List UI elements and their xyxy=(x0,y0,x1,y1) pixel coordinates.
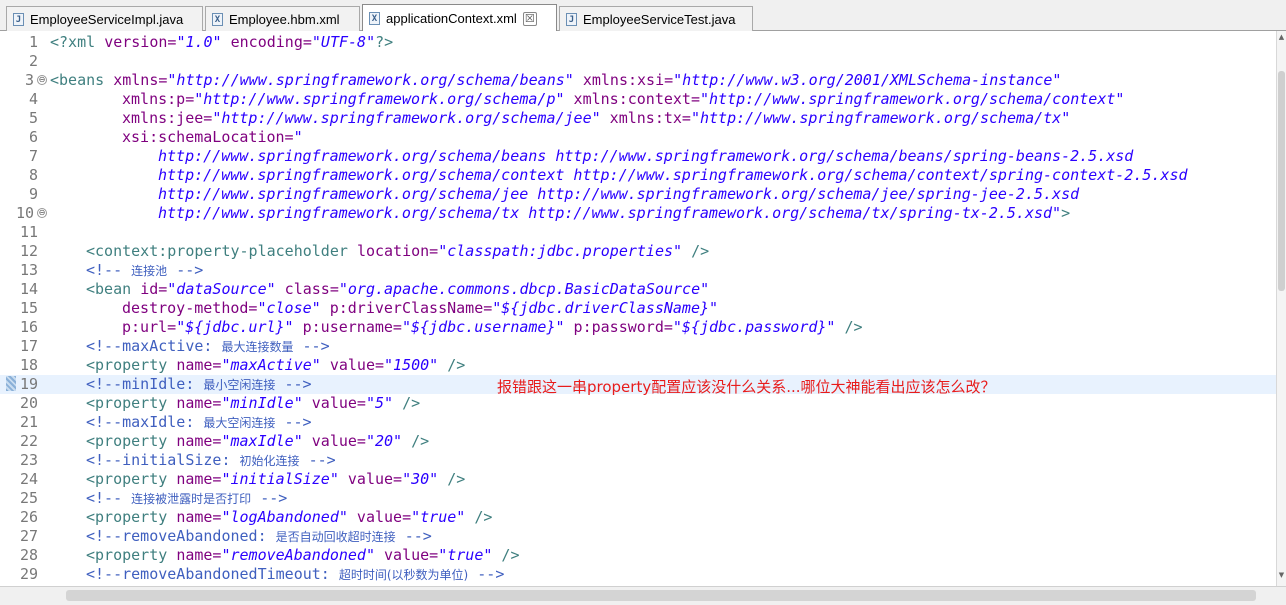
code-line[interactable]: 1 <?xml version="1.0" encoding="UTF-8"?> xyxy=(0,33,1276,52)
annotation-text: 报错跟这一串property配置应该没什么关系...哪位大神能看出应该怎么改？ xyxy=(497,378,996,396)
line-number: 28 xyxy=(19,546,38,564)
line-number: 24 xyxy=(19,470,38,488)
fold-collapse-icon[interactable]: ⊖ xyxy=(37,208,47,218)
code-line[interactable]: 13 <!-- 连接池 --> xyxy=(0,261,1276,280)
vertical-scrollbar[interactable]: ▲ ▼ xyxy=(1276,31,1286,586)
code-line[interactable]: 14 <bean id="dataSource" class="org.apach… xyxy=(0,280,1276,299)
code-line[interactable]: 3 ⊖ <beans xmlns="http://www.springframewo… xyxy=(0,71,1276,90)
code-line[interactable]: 15 destroy-method="close" p:driverClassNa… xyxy=(0,299,1276,318)
xml-file-icon: X xyxy=(369,12,380,25)
close-tab-icon[interactable]: ☒ xyxy=(522,11,537,26)
line-number: 14 xyxy=(19,280,38,298)
java-file-icon: J xyxy=(566,12,577,26)
line-number: 12 xyxy=(19,242,38,260)
code-line[interactable]: 7 http://www.springframework.org/schema/b… xyxy=(0,147,1276,166)
line-number: 4 xyxy=(28,90,38,108)
code-line[interactable]: 4 xmlns:p="http://www.springframework.org… xyxy=(0,90,1276,109)
tab-employee-service-test[interactable]: J EmployeeServiceTest.java xyxy=(559,6,753,31)
line-number: 1 xyxy=(28,33,38,51)
xml-code-editor[interactable]: 1 <?xml version="1.0" encoding="UTF-8"?> … xyxy=(0,31,1276,586)
horizontal-scrollbar[interactable] xyxy=(0,586,1286,605)
tab-label: EmployeeServiceTest.java xyxy=(583,11,736,27)
current-line-marker-icon xyxy=(6,376,16,391)
code-line[interactable]: 28 <property name="removeAbandoned" value… xyxy=(0,546,1276,565)
code-line[interactable]: 11 xyxy=(0,223,1276,242)
code-line[interactable]: 21 <!--maxIdle: 最大空闲连接 --> xyxy=(0,413,1276,432)
code-line[interactable]: 12 <context:property-placeholder location… xyxy=(0,242,1276,261)
line-number: 2 xyxy=(28,52,38,70)
line-number: 25 xyxy=(19,489,38,507)
code-line[interactable]: 2 xyxy=(0,52,1276,71)
code-line[interactable]: 16 p:url="${jdbc.url}" p:username="${jdbc… xyxy=(0,318,1276,337)
code-line[interactable]: 22 <property name="maxIdle" value="20" /> xyxy=(0,432,1276,451)
code-line[interactable]: 26 <property name="logAbandoned" value="t… xyxy=(0,508,1276,527)
fold-collapse-icon[interactable]: ⊖ xyxy=(37,75,47,85)
code-line[interactable]: 9 http://www.springframework.org/schema/j… xyxy=(0,185,1276,204)
line-number: 6 xyxy=(28,128,38,146)
line-number: 3 xyxy=(24,71,34,89)
line-number: 7 xyxy=(28,147,38,165)
line-number: 9 xyxy=(28,185,38,203)
code-line[interactable]: 27 <!--removeAbandoned: 是否自动回收超时连接 --> xyxy=(0,527,1276,546)
line-number: 20 xyxy=(19,394,38,412)
code-line[interactable]: 18 <property name="maxActive" value="1500… xyxy=(0,356,1276,375)
code-line[interactable]: 25 <!-- 连接被泄露时是否打印 --> xyxy=(0,489,1276,508)
line-number: 13 xyxy=(19,261,38,279)
line-number: 27 xyxy=(19,527,38,545)
line-number: 5 xyxy=(28,109,38,127)
line-number: 8 xyxy=(28,166,38,184)
line-number: 18 xyxy=(19,356,38,374)
line-number: 26 xyxy=(19,508,38,526)
scroll-down-icon[interactable]: ▼ xyxy=(1277,571,1286,581)
horizontal-scroll-thumb[interactable] xyxy=(66,590,1256,601)
java-file-icon: J xyxy=(13,12,24,26)
line-number: 17 xyxy=(19,337,38,355)
line-number: 23 xyxy=(19,451,38,469)
code-line[interactable]: 5 xmlns:jee="http://www.springframework.o… xyxy=(0,109,1276,128)
line-number: 15 xyxy=(19,299,38,317)
code-line[interactable]: 17 <!--maxActive: 最大连接数量 --> xyxy=(0,337,1276,356)
scroll-up-icon[interactable]: ▲ xyxy=(1277,33,1286,43)
line-number: 22 xyxy=(19,432,38,450)
code-line[interactable]: 6 xsi:schemaLocation=" xyxy=(0,128,1276,147)
code-line[interactable]: 10 ⊖ http://www.springframework.org/schema… xyxy=(0,204,1276,223)
editor-tab-bar: J EmployeeServiceImpl.java X Employee.hb… xyxy=(0,0,1286,32)
code-line[interactable]: 23 <!--initialSize: 初始化连接 --> xyxy=(0,451,1276,470)
line-number: 29 xyxy=(19,565,38,583)
vertical-scroll-thumb[interactable] xyxy=(1278,71,1285,291)
line-number: 11 xyxy=(19,223,38,241)
tab-label: applicationContext.xml xyxy=(386,11,517,26)
xml-file-icon: X xyxy=(212,12,223,26)
code-line[interactable]: 29 <!--removeAbandonedTimeout: 超时时间(以秒数为单… xyxy=(0,565,1276,584)
tab-application-context[interactable]: X applicationContext.xml ☒ xyxy=(362,4,557,32)
tab-label: EmployeeServiceImpl.java xyxy=(30,11,184,27)
code-line[interactable]: 24 <property name="initialSize" value="30… xyxy=(0,470,1276,489)
code-line[interactable]: 8 http://www.springframework.org/schema/c… xyxy=(0,166,1276,185)
line-number: 21 xyxy=(19,413,38,431)
line-number: 16 xyxy=(19,318,38,336)
line-number: 10 xyxy=(15,204,34,222)
tab-employee-hbm[interactable]: X Employee.hbm.xml xyxy=(205,6,360,31)
tab-label: Employee.hbm.xml xyxy=(229,11,340,27)
tab-employee-service-impl[interactable]: J EmployeeServiceImpl.java xyxy=(6,6,203,31)
